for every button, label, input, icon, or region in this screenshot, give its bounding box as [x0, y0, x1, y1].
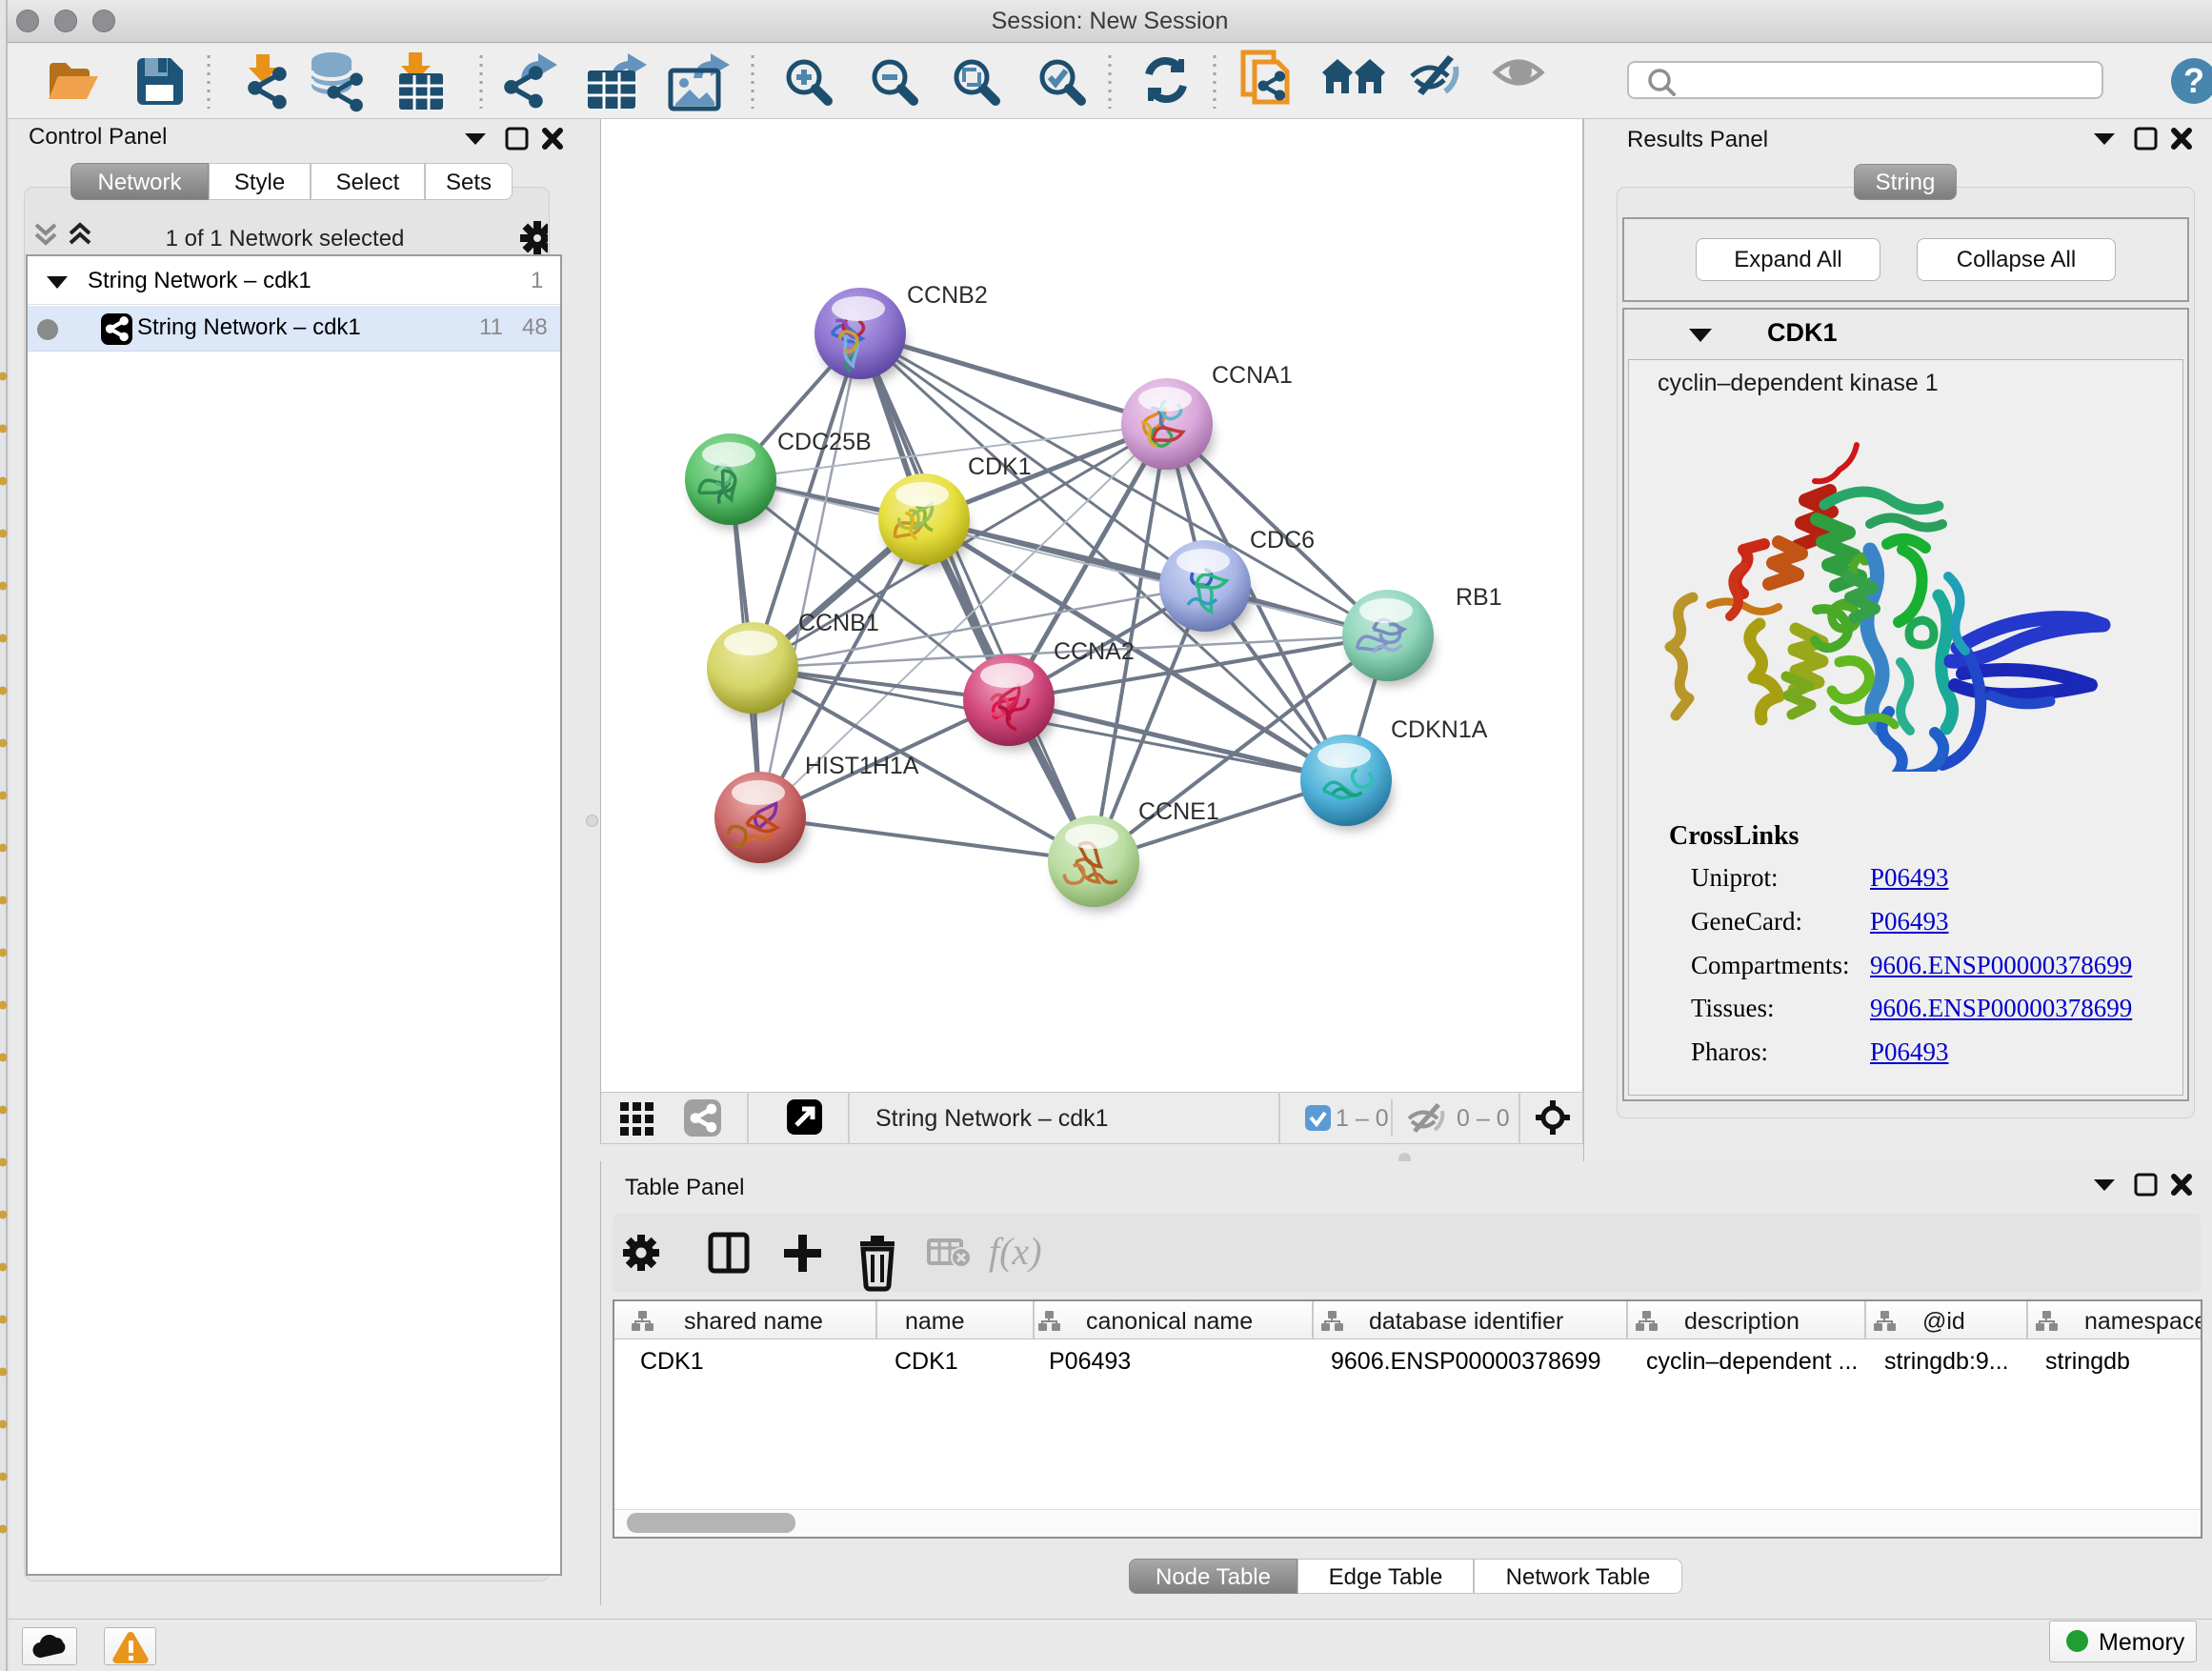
svg-text:CCNA2: CCNA2 — [1054, 638, 1135, 665]
svg-text:CCNE1: CCNE1 — [1138, 798, 1219, 825]
svg-text:canonical name: canonical name — [1086, 1308, 1253, 1335]
svg-text:1 – 0: 1 – 0 — [1336, 1105, 1389, 1132]
svg-text:P06493: P06493 — [1049, 1348, 1131, 1375]
svg-text:CDC25B: CDC25B — [777, 429, 872, 455]
svg-text:name: name — [905, 1308, 965, 1335]
svg-text:CDKN1A: CDKN1A — [1391, 716, 1488, 743]
svg-text:cyclin–dependent ...: cyclin–dependent ... — [1646, 1348, 1858, 1375]
svg-text:description: description — [1684, 1308, 1800, 1335]
svg-text:CDK1: CDK1 — [640, 1348, 704, 1375]
svg-text:9606.ENSP00000378699: 9606.ENSP00000378699 — [1331, 1348, 1601, 1375]
svg-text:String Network – cdk1: String Network – cdk1 — [875, 1105, 1109, 1132]
svg-text:0 – 0: 0 – 0 — [1457, 1105, 1510, 1132]
svg-text:CCNB1: CCNB1 — [798, 610, 879, 636]
svg-text:CCNA1: CCNA1 — [1212, 362, 1293, 389]
svg-text:CDC6: CDC6 — [1250, 527, 1315, 554]
svg-text:database identifier: database identifier — [1369, 1308, 1563, 1335]
svg-text:RB1: RB1 — [1456, 584, 1502, 611]
svg-text:shared name: shared name — [684, 1308, 823, 1335]
svg-text:stringdb: stringdb — [2045, 1348, 2130, 1375]
svg-text:CCNB2: CCNB2 — [907, 282, 988, 309]
svg-text:@id: @id — [1922, 1308, 1965, 1335]
svg-text:CDK1: CDK1 — [968, 453, 1032, 480]
svg-text:?: ? — [2183, 61, 2204, 100]
svg-text:f(x): f(x) — [989, 1230, 1042, 1273]
svg-text:stringdb:9...: stringdb:9... — [1884, 1348, 2009, 1375]
svg-text:namespace: namespace — [2084, 1308, 2201, 1335]
svg-text:CDK1: CDK1 — [895, 1348, 958, 1375]
svg-text:HIST1H1A: HIST1H1A — [805, 753, 919, 779]
